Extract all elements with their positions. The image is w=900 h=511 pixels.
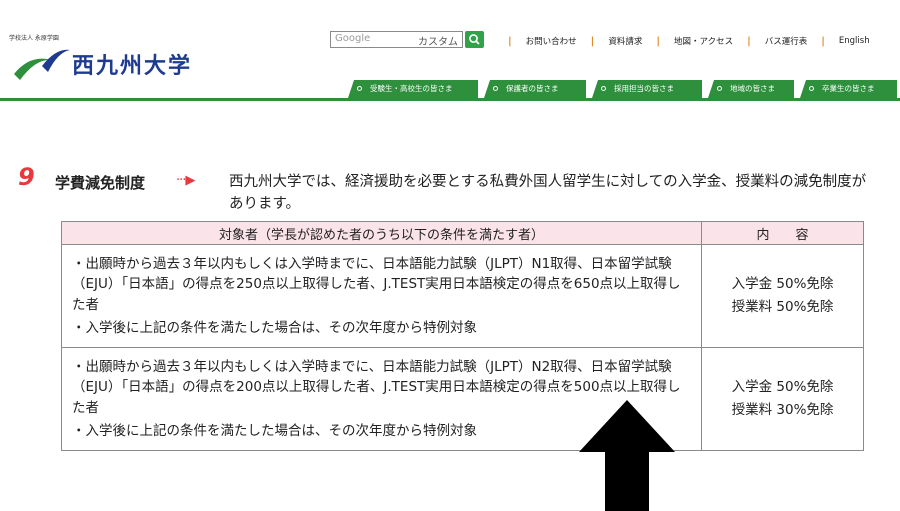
- nav-separator: |: [747, 35, 751, 47]
- university-name[interactable]: 西九州大学: [72, 48, 192, 80]
- header-condition: 対象者（学長が認めた者のうち以下の条件を満たす者）: [61, 221, 702, 245]
- nav-separator: |: [656, 35, 660, 47]
- tab-guardians[interactable]: 保護者の皆さま: [484, 80, 586, 98]
- condition-text: ・出願時から過去３年以内もしくは入学時までに、日本語能力試験（JLPT）N1取得…: [72, 255, 681, 313]
- circle-bullet-icon: [357, 86, 362, 91]
- nav-link-access[interactable]: 地図・アクセス: [674, 35, 733, 47]
- admission-fee-waiver: 入学金 50%免除: [731, 379, 834, 395]
- tuition-waiver: 授業料 30%免除: [731, 402, 834, 418]
- table-row: ・出願時から過去３年以内もしくは入学時までに、日本語能力試験（JLPT）N1取得…: [61, 244, 864, 348]
- corporation-name: 学校法人 永原学園: [9, 35, 59, 42]
- utility-nav: | お問い合わせ | 資料請求 | 地図・アクセス | バス運行表 | Engl…: [494, 34, 870, 48]
- nav-link-brochure[interactable]: 資料請求: [608, 35, 642, 47]
- site-header: 学校法人 永原学園 西九州大学 Google カスタム | お問い合わせ | 資…: [0, 0, 900, 102]
- condition-note: ・入学後に上記の条件を満たした場合は、その次年度から特例対象: [72, 320, 477, 336]
- university-logo-icon[interactable]: [12, 44, 72, 84]
- content-cell: 入学金 50%免除 授業料 50%免除: [701, 244, 864, 348]
- nav-separator: |: [821, 35, 825, 47]
- nav-link-english[interactable]: English: [839, 36, 870, 46]
- nav-separator: |: [590, 35, 595, 47]
- nav-separator: |: [508, 35, 512, 47]
- arrow-right-icon: ···▶: [176, 173, 195, 188]
- search-custom-label: カスタム: [418, 37, 458, 48]
- arrow-up-icon: [579, 400, 675, 511]
- search-input[interactable]: Google カスタム: [330, 31, 463, 48]
- tab-recruiters[interactable]: 採用担当の皆さま: [592, 80, 702, 98]
- tuition-waiver: 授業料 50%免除: [731, 299, 834, 315]
- circle-bullet-icon: [717, 86, 722, 91]
- section-number: 9: [18, 163, 35, 191]
- table-header-row: 対象者（学長が認めた者のうち以下の条件を満たす者） 内 容: [61, 221, 864, 245]
- search-placeholder: Google: [335, 33, 371, 44]
- tuition-reduction-table: 対象者（学長が認めた者のうち以下の条件を満たす者） 内 容 ・出願時から過去３年…: [61, 221, 864, 451]
- table-row: ・出願時から過去３年以内もしくは入学時までに、日本語能力試験（JLPT）N2取得…: [61, 347, 864, 451]
- header-divider: [0, 98, 900, 101]
- header-content: 内 容: [701, 221, 864, 245]
- circle-bullet-icon: [493, 86, 498, 91]
- tab-alumni[interactable]: 卒業生の皆さま: [800, 80, 897, 98]
- admission-fee-waiver: 入学金 50%免除: [731, 276, 834, 292]
- circle-bullet-icon: [601, 86, 606, 91]
- search-icon: [469, 34, 480, 45]
- search-button[interactable]: [465, 31, 484, 48]
- tab-prospective-students[interactable]: 受験生・高校生の皆さま: [348, 80, 478, 98]
- condition-cell: ・出願時から過去３年以内もしくは入学時までに、日本語能力試験（JLPT）N1取得…: [61, 244, 702, 348]
- nav-link-contact[interactable]: お問い合わせ: [526, 35, 577, 47]
- content-cell: 入学金 50%免除 授業料 30%免除: [701, 347, 864, 451]
- tab-community[interactable]: 地域の皆さま: [708, 80, 794, 98]
- section-title: 学費減免制度: [55, 174, 146, 192]
- nav-link-bus[interactable]: バス運行表: [765, 35, 808, 47]
- circle-bullet-icon: [809, 86, 814, 91]
- section-description: 西九州大学では、経済援助を必要とする私費外国人留学生に対しての入学金、授業料の減…: [229, 174, 867, 212]
